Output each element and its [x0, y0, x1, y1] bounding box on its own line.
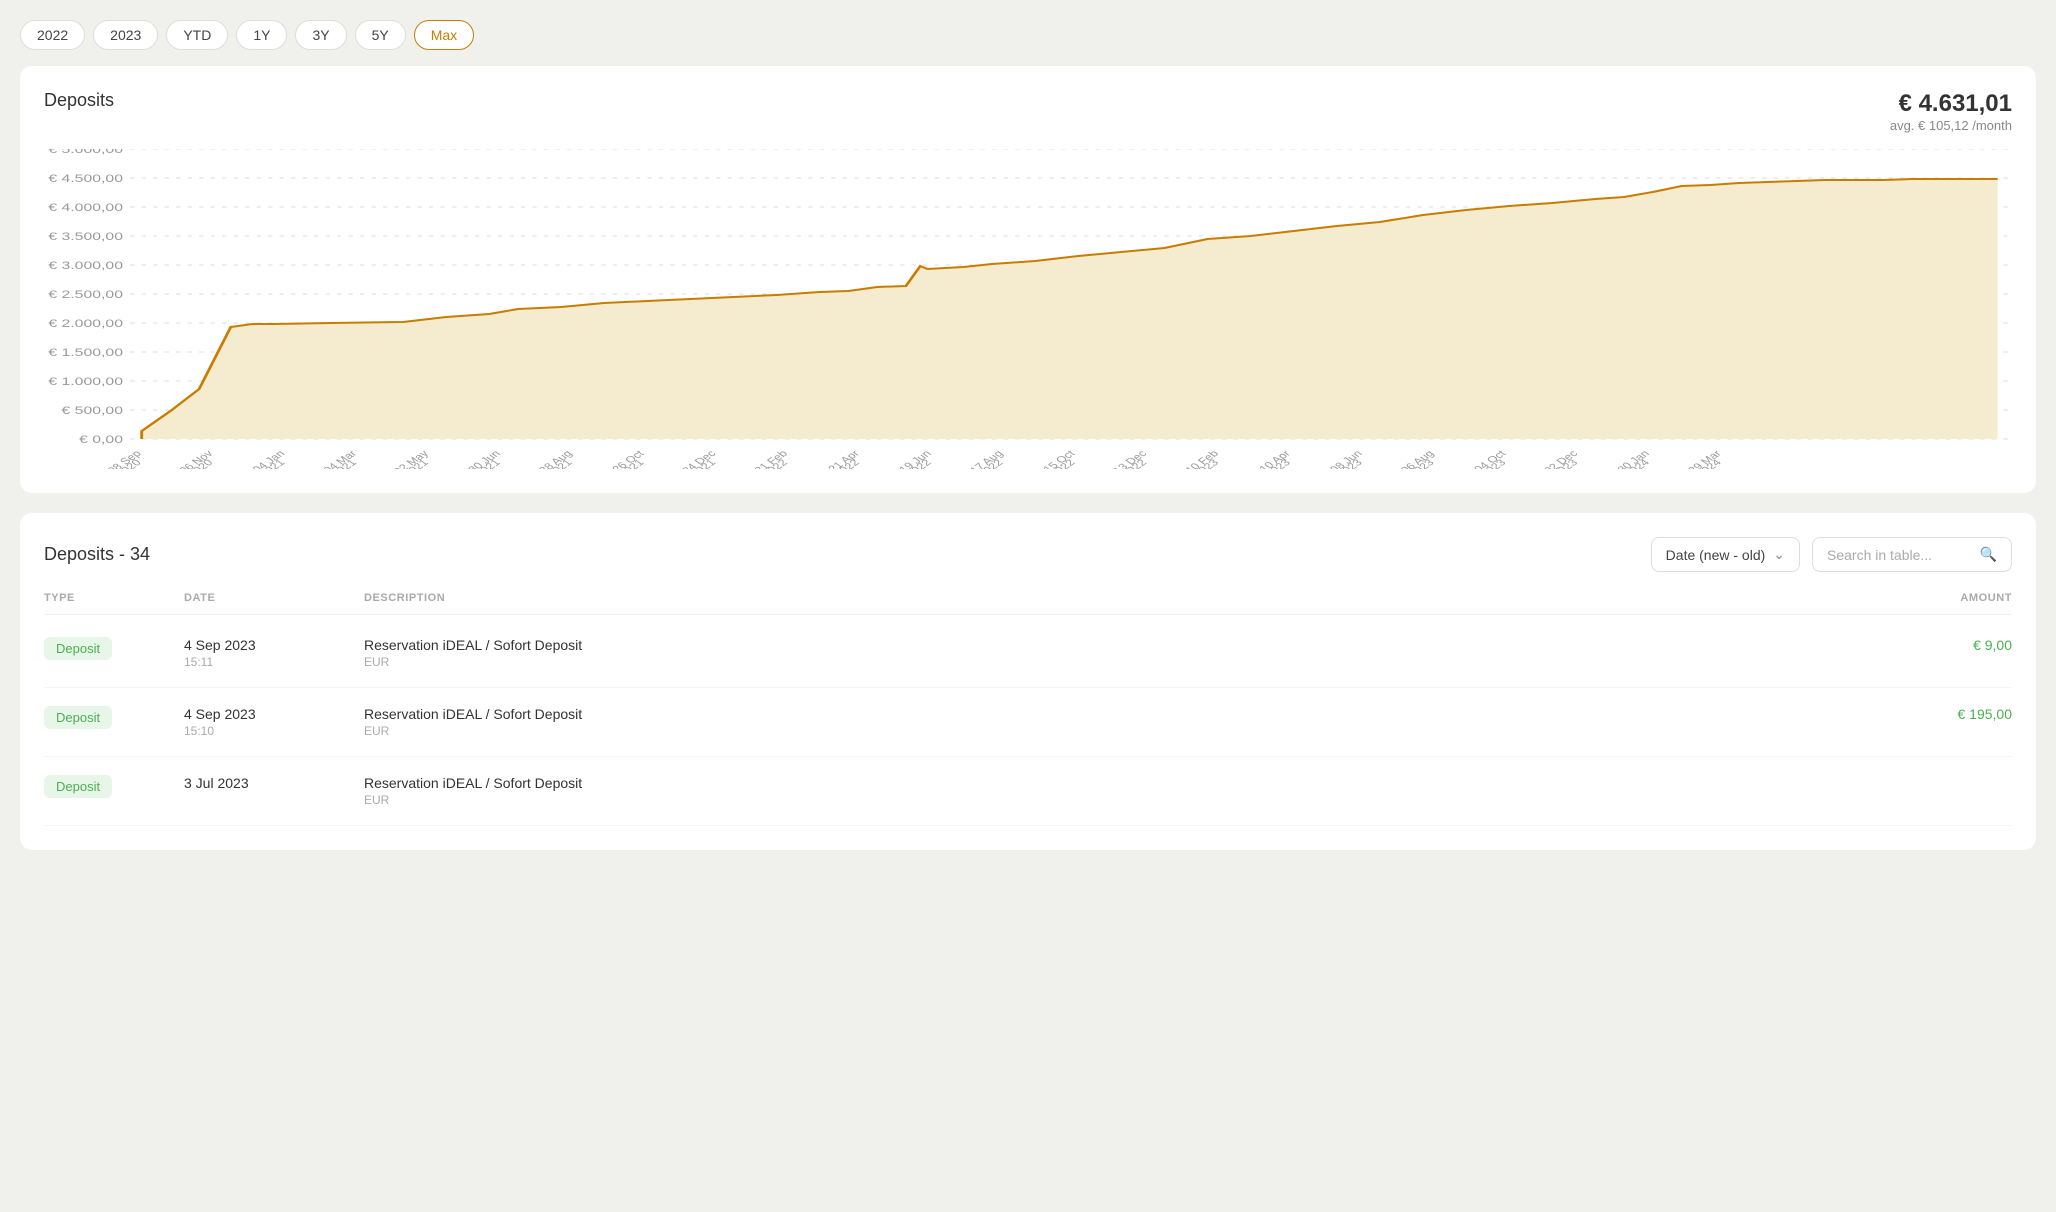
svg-text:€ 3.000,00: € 3.000,00 [48, 259, 123, 271]
desc-main: Reservation iDEAL / Sofort Deposit [364, 706, 1872, 722]
svg-text:€ 2.500,00: € 2.500,00 [48, 288, 123, 300]
col-date: DATE [184, 592, 364, 604]
table-body: Deposit 4 Sep 2023 15:11 Reservation iDE… [44, 619, 2012, 826]
amount-cell: € 9,00 [1872, 637, 2012, 653]
table-row: Deposit 3 Jul 2023 Reservation iDEAL / S… [44, 757, 2012, 826]
desc-cell: Reservation iDEAL / Sofort Deposit EUR [364, 775, 1872, 807]
type-cell: Deposit [44, 637, 184, 660]
table-controls: Date (new - old) ⌄ Search in table... 🔍 [1651, 537, 2012, 572]
table-header: Deposits - 34 Date (new - old) ⌄ Search … [44, 537, 2012, 572]
type-cell: Deposit [44, 775, 184, 798]
svg-text:€ 500,00: € 500,00 [62, 404, 124, 416]
deposit-badge: Deposit [44, 775, 112, 798]
desc-main: Reservation iDEAL / Sofort Deposit [364, 775, 1872, 791]
time-filter-2023[interactable]: 2023 [93, 20, 158, 50]
date-cell: 4 Sep 2023 15:11 [184, 637, 364, 669]
time-filter-max[interactable]: Max [414, 20, 474, 50]
chart-container: € 5.000,00 € 4.500,00 € 4.000,00 € 3.500… [44, 149, 2012, 469]
deposit-badge: Deposit [44, 706, 112, 729]
table-column-headers: TYPE DATE DESCRIPTION AMOUNT [44, 592, 2012, 615]
time-filter-bar: 2022 2023 YTD 1Y 3Y 5Y Max [20, 20, 2036, 50]
table-row: Deposit 4 Sep 2023 15:10 Reservation iDE… [44, 688, 2012, 757]
search-box[interactable]: Search in table... 🔍 [1812, 537, 2012, 572]
chart-title: Deposits [44, 90, 114, 111]
svg-text:€ 5.000,00: € 5.000,00 [48, 149, 123, 155]
table-row: Deposit 4 Sep 2023 15:11 Reservation iDE… [44, 619, 2012, 688]
date-time: 15:10 [184, 724, 364, 738]
col-amount: AMOUNT [1872, 592, 2012, 604]
date-cell: 4 Sep 2023 15:10 [184, 706, 364, 738]
date-time: 15:11 [184, 655, 364, 669]
time-filter-1y[interactable]: 1Y [236, 20, 287, 50]
desc-main: Reservation iDEAL / Sofort Deposit [364, 637, 1872, 653]
svg-text:€ 1.000,00: € 1.000,00 [48, 375, 123, 387]
svg-text:€ 0,00: € 0,00 [79, 433, 123, 445]
chart-value-block: € 4.631,01 avg. € 105,12 /month [1890, 90, 2012, 133]
date-main: 4 Sep 2023 [184, 706, 364, 722]
search-placeholder: Search in table... [1827, 547, 1932, 563]
col-description: DESCRIPTION [364, 592, 1872, 604]
svg-text:€ 4.500,00: € 4.500,00 [48, 172, 123, 184]
desc-cell: Reservation iDEAL / Sofort Deposit EUR [364, 706, 1872, 738]
date-cell: 3 Jul 2023 [184, 775, 364, 793]
type-cell: Deposit [44, 706, 184, 729]
time-filter-2022[interactable]: 2022 [20, 20, 85, 50]
date-main: 3 Jul 2023 [184, 775, 364, 791]
time-filter-3y[interactable]: 3Y [295, 20, 346, 50]
chevron-down-icon: ⌄ [1773, 546, 1785, 563]
chart-header: Deposits € 4.631,01 avg. € 105,12 /month [44, 90, 2012, 133]
desc-sub: EUR [364, 655, 1872, 669]
deposit-badge: Deposit [44, 637, 112, 660]
svg-text:€ 4.000,00: € 4.000,00 [48, 201, 123, 213]
time-filter-5y[interactable]: 5Y [355, 20, 406, 50]
sort-dropdown[interactable]: Date (new - old) ⌄ [1651, 537, 1800, 572]
search-icon: 🔍 [1980, 546, 1997, 563]
chart-total: € 4.631,01 [1890, 90, 2012, 118]
deposits-table-card: Deposits - 34 Date (new - old) ⌄ Search … [20, 513, 2036, 850]
desc-cell: Reservation iDEAL / Sofort Deposit EUR [364, 637, 1872, 669]
time-filter-ytd[interactable]: YTD [166, 20, 228, 50]
svg-text:€ 1.500,00: € 1.500,00 [48, 346, 123, 358]
sort-label: Date (new - old) [1666, 547, 1766, 563]
col-type: TYPE [44, 592, 184, 604]
table-title: Deposits - 34 [44, 544, 150, 565]
chart-svg: € 5.000,00 € 4.500,00 € 4.000,00 € 3.500… [44, 149, 2012, 469]
chart-avg: avg. € 105,12 /month [1890, 118, 2012, 133]
svg-text:€ 3.500,00: € 3.500,00 [48, 230, 123, 242]
amount-cell: € 195,00 [1872, 706, 2012, 722]
date-main: 4 Sep 2023 [184, 637, 364, 653]
deposits-chart-card: Deposits € 4.631,01 avg. € 105,12 /month [20, 66, 2036, 493]
desc-sub: EUR [364, 793, 1872, 807]
desc-sub: EUR [364, 724, 1872, 738]
svg-text:€ 2.000,00: € 2.000,00 [48, 317, 123, 329]
